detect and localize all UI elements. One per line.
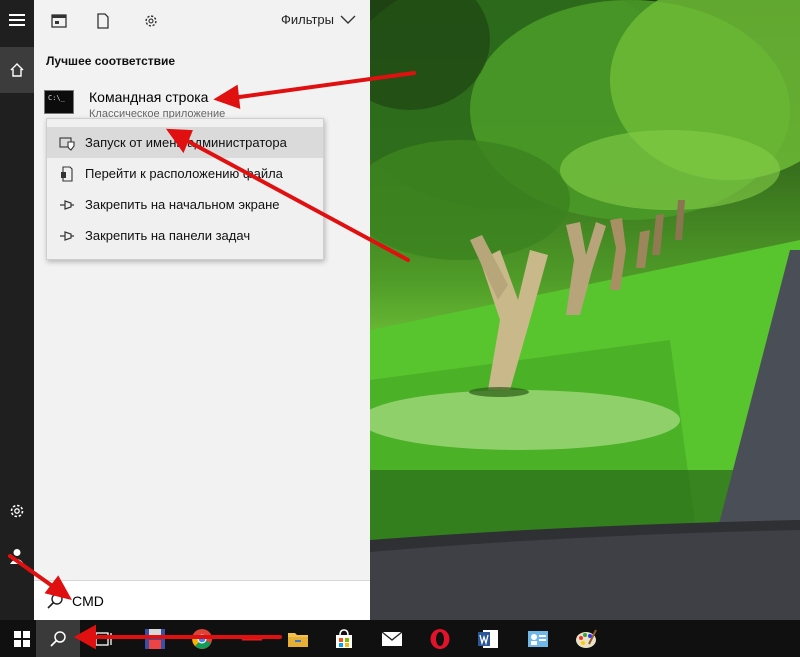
taskbar-chrome-app[interactable] bbox=[180, 620, 224, 657]
search-results-panel: Фильтры Лучшее соответствие C:\_ Командн… bbox=[34, 0, 370, 620]
task-view-button[interactable] bbox=[80, 620, 124, 657]
windows-start-icon bbox=[14, 630, 30, 647]
context-item-label: Закрепить на панели задач bbox=[85, 228, 251, 243]
taskbar-store[interactable] bbox=[322, 620, 366, 657]
taskbar-file-explorer[interactable] bbox=[276, 620, 320, 657]
context-item-pin-to-taskbar[interactable]: Закрепить на панели задач bbox=[47, 220, 323, 251]
taskbar-paint[interactable] bbox=[564, 620, 608, 657]
store-icon bbox=[336, 628, 352, 648]
desktop-wallpaper bbox=[370, 0, 800, 620]
shield-icon bbox=[59, 135, 75, 151]
context-item-run-as-admin[interactable]: Запуск от имени администратора bbox=[47, 127, 323, 158]
opera-icon bbox=[430, 628, 450, 649]
arrow-icon bbox=[242, 637, 262, 640]
taskbar-mail[interactable] bbox=[370, 620, 414, 657]
wallpaper-landscape bbox=[370, 0, 800, 620]
search-box bbox=[34, 580, 370, 620]
taskbar-floppy-app[interactable] bbox=[133, 620, 177, 657]
gear-icon bbox=[145, 15, 157, 27]
gear-icon bbox=[10, 504, 24, 518]
taskbar-word[interactable] bbox=[466, 620, 510, 657]
start-left-rail bbox=[0, 0, 34, 620]
result-title: Командная строка bbox=[89, 89, 209, 105]
context-menu: Запуск от имени администратора Перейти к… bbox=[46, 118, 324, 260]
context-item-label: Закрепить на начальном экране bbox=[85, 197, 280, 212]
filters-dropdown[interactable]: Фильтры bbox=[281, 12, 356, 27]
user-account-button[interactable] bbox=[0, 540, 34, 572]
context-item-pin-to-start[interactable]: Закрепить на начальном экране bbox=[47, 189, 323, 220]
context-item-label: Перейти к расположению файла bbox=[85, 166, 283, 181]
pin-icon bbox=[59, 228, 75, 244]
menu-button[interactable] bbox=[0, 0, 34, 40]
search-input[interactable] bbox=[72, 590, 352, 612]
search-icon bbox=[47, 593, 63, 609]
home-button[interactable] bbox=[0, 47, 34, 93]
taskbar bbox=[0, 620, 800, 657]
taskbar-contacts[interactable] bbox=[516, 620, 560, 657]
chrome-icon bbox=[192, 628, 212, 649]
word-icon bbox=[478, 629, 498, 648]
command-prompt-icon-text: C:\_ bbox=[48, 94, 65, 102]
results-toolbar: Фильтры bbox=[34, 0, 370, 42]
floppy-icon bbox=[145, 628, 165, 649]
document-icon bbox=[97, 13, 109, 29]
hamburger-icon bbox=[9, 14, 25, 26]
command-prompt-icon: C:\_ bbox=[44, 90, 74, 114]
taskbar-search-button[interactable] bbox=[36, 620, 80, 657]
filters-label: Фильтры bbox=[280, 12, 334, 27]
task-view-icon bbox=[92, 631, 112, 646]
contact-card-icon bbox=[528, 630, 548, 647]
apps-icon bbox=[51, 14, 67, 28]
apps-filter-button[interactable] bbox=[48, 10, 70, 32]
paint-icon bbox=[576, 629, 597, 648]
user-icon bbox=[10, 549, 24, 564]
file-location-icon bbox=[59, 165, 75, 182]
mail-icon bbox=[381, 630, 403, 646]
settings-filter-button[interactable] bbox=[140, 10, 162, 32]
home-icon bbox=[10, 63, 24, 77]
pin-icon bbox=[59, 197, 75, 213]
context-item-open-file-location[interactable]: Перейти к расположению файла bbox=[47, 158, 323, 189]
context-item-label: Запуск от имени администратора bbox=[85, 135, 287, 150]
taskbar-app[interactable] bbox=[230, 620, 274, 657]
settings-button[interactable] bbox=[0, 495, 34, 527]
best-match-heading: Лучшее соответствие bbox=[46, 54, 176, 68]
chevron-down-icon bbox=[340, 15, 356, 24]
taskbar-opera[interactable] bbox=[418, 620, 462, 657]
documents-filter-button[interactable] bbox=[92, 10, 114, 32]
search-icon bbox=[50, 630, 66, 647]
folder-icon bbox=[288, 632, 308, 647]
